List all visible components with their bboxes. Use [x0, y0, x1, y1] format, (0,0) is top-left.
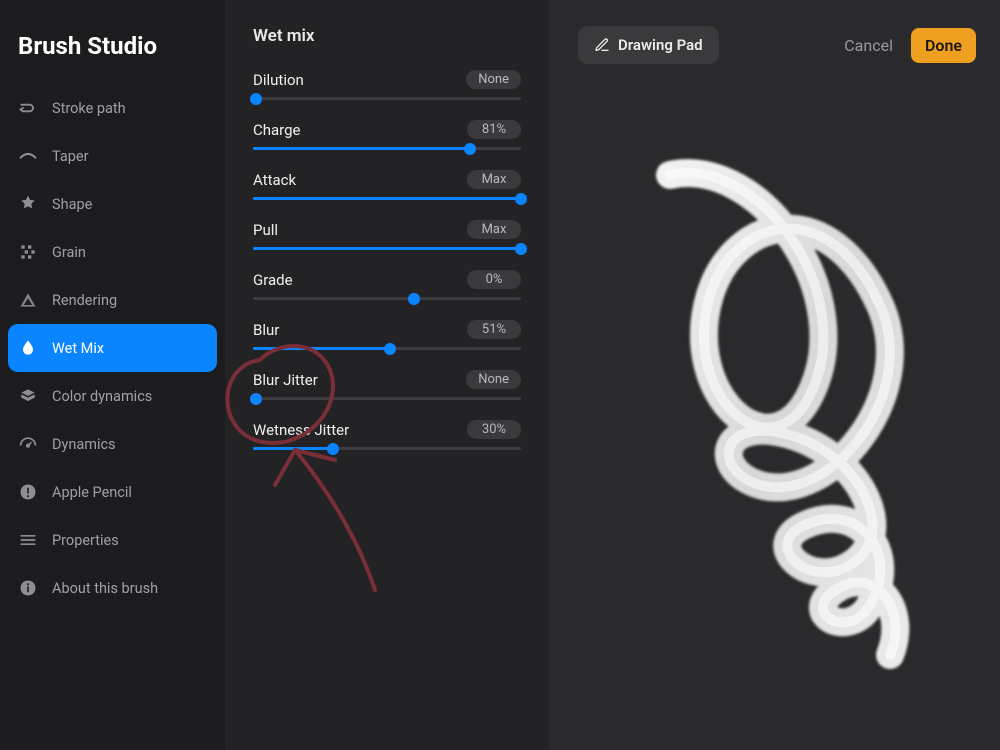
- slider-fill: [253, 247, 521, 250]
- slider-label: Grade: [253, 271, 293, 289]
- sidebar-item-label: About this brush: [52, 580, 158, 597]
- slider-fill: [253, 447, 333, 450]
- cancel-button[interactable]: Cancel: [844, 36, 893, 55]
- slider-value: Max: [467, 220, 521, 239]
- slider-track[interactable]: [253, 147, 521, 150]
- slider-label: Pull: [253, 221, 278, 239]
- slider-thumb[interactable]: [464, 143, 476, 155]
- topbar-right: Cancel Done: [844, 28, 976, 63]
- slider-label: Attack: [253, 171, 296, 189]
- wet-mix-icon: [18, 338, 38, 358]
- sidebar-item-color-dynamics[interactable]: Color dynamics: [0, 372, 225, 420]
- sidebar-item-properties[interactable]: Properties: [0, 516, 225, 564]
- sidebar-item-label: Dynamics: [52, 436, 116, 453]
- slider-track[interactable]: [253, 197, 521, 200]
- brush-preview-canvas[interactable]: [560, 90, 990, 740]
- dynamics-icon: [18, 434, 38, 454]
- slider-attack: Attack Max: [253, 170, 521, 200]
- edit-icon: [594, 37, 610, 53]
- sidebar-item-shape[interactable]: Shape: [0, 180, 225, 228]
- slider-track[interactable]: [253, 97, 521, 100]
- drawing-pad-button[interactable]: Drawing Pad: [578, 26, 719, 64]
- slider-value: None: [466, 370, 521, 389]
- slider-blur: Blur 51%: [253, 320, 521, 350]
- slider-track[interactable]: [253, 397, 521, 400]
- slider-thumb[interactable]: [384, 343, 396, 355]
- slider-track[interactable]: [253, 447, 521, 450]
- slider-label: Charge: [253, 121, 301, 139]
- sidebar-item-apple-pencil[interactable]: Apple Pencil: [0, 468, 225, 516]
- sidebar-item-label: Wet Mix: [52, 340, 104, 357]
- sidebar-item-label: Grain: [52, 244, 86, 261]
- sidebar-item-label: Apple Pencil: [52, 484, 132, 501]
- slider-thumb[interactable]: [515, 243, 527, 255]
- sidebar-item-grain[interactable]: Grain: [0, 228, 225, 276]
- nav-list: Stroke path Taper Shape Grain Rendering: [0, 84, 225, 612]
- sidebar-item-dynamics[interactable]: Dynamics: [0, 420, 225, 468]
- slider-label: Blur: [253, 321, 279, 339]
- slider-thumb[interactable]: [250, 393, 262, 405]
- slider-fill: [253, 147, 470, 150]
- slider-label: Blur Jitter: [253, 371, 318, 389]
- sidebar-item-label: Taper: [52, 148, 88, 165]
- slider-value: 0%: [467, 270, 521, 289]
- sidebar-item-about[interactable]: About this brush: [0, 564, 225, 612]
- slider-track[interactable]: [253, 297, 521, 300]
- done-button[interactable]: Done: [911, 28, 976, 63]
- slider-value: 30%: [467, 420, 521, 439]
- slider-pull: Pull Max: [253, 220, 521, 250]
- sidebar-item-rendering[interactable]: Rendering: [0, 276, 225, 324]
- slider-dilution: Dilution None: [253, 70, 521, 100]
- properties-icon: [18, 530, 38, 550]
- sidebar-item-label: Color dynamics: [52, 388, 152, 405]
- slider-grade: Grade 0%: [253, 270, 521, 300]
- stroke-path-icon: [18, 98, 38, 118]
- rendering-icon: [18, 290, 38, 310]
- slider-thumb[interactable]: [408, 293, 420, 305]
- slider-value: None: [466, 70, 521, 89]
- sidebar-item-stroke-path[interactable]: Stroke path: [0, 84, 225, 132]
- slider-fill: [253, 197, 521, 200]
- slider-thumb[interactable]: [250, 93, 262, 105]
- sidebar-item-label: Stroke path: [52, 100, 126, 117]
- sidebar-item-taper[interactable]: Taper: [0, 132, 225, 180]
- shape-icon: [18, 194, 38, 214]
- sidebar-item-label: Shape: [52, 196, 92, 213]
- slider-value: Max: [467, 170, 521, 189]
- canvas-topbar: Drawing Pad Cancel Done: [550, 0, 1000, 64]
- color-dynamics-icon: [18, 386, 38, 406]
- settings-title: Wet mix: [253, 26, 521, 46]
- settings-panel: Wet mix Dilution None Charge 81% Attack …: [225, 0, 550, 750]
- sidebar-item-wet-mix[interactable]: Wet Mix: [8, 324, 217, 372]
- taper-icon: [18, 146, 38, 166]
- slider-wetness-jitter: Wetness Jitter 30%: [253, 420, 521, 450]
- sidebar-item-label: Rendering: [52, 292, 117, 309]
- slider-track[interactable]: [253, 347, 521, 350]
- sidebar: Brush Studio Stroke path Taper Shape Gra…: [0, 0, 225, 750]
- canvas-pane: Drawing Pad Cancel Done: [550, 0, 1000, 750]
- app-title: Brush Studio: [0, 20, 225, 84]
- drawing-pad-label: Drawing Pad: [618, 36, 703, 54]
- slider-fill: [253, 347, 390, 350]
- slider-value: 51%: [467, 320, 521, 339]
- about-icon: [18, 578, 38, 598]
- slider-charge: Charge 81%: [253, 120, 521, 150]
- slider-thumb[interactable]: [327, 443, 339, 455]
- apple-pencil-icon: [18, 482, 38, 502]
- slider-value: 81%: [467, 120, 521, 139]
- slider-label: Wetness Jitter: [253, 421, 349, 439]
- sidebar-item-label: Properties: [52, 532, 119, 549]
- slider-label: Dilution: [253, 71, 304, 89]
- grain-icon: [18, 242, 38, 262]
- slider-blur-jitter: Blur Jitter None: [253, 370, 521, 400]
- slider-track[interactable]: [253, 247, 521, 250]
- slider-thumb[interactable]: [515, 193, 527, 205]
